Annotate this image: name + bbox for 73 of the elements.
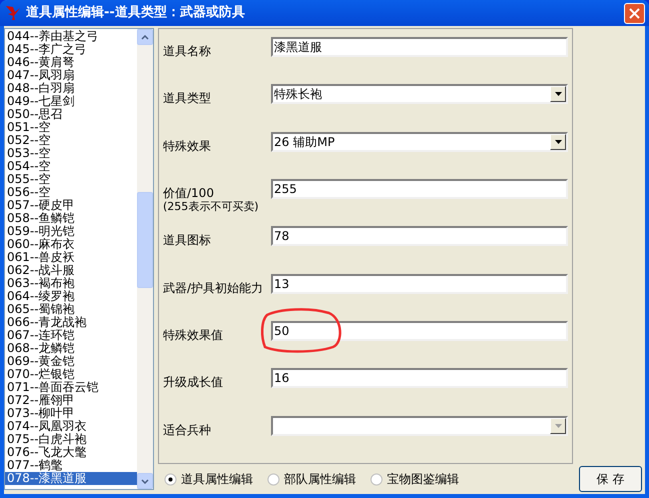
caret-icon — [554, 140, 562, 144]
list-item[interactable]: 078--漆黑道服 — [5, 472, 137, 485]
dropdown-arrow-button[interactable] — [550, 134, 566, 150]
input-field[interactable]: 50 — [271, 320, 568, 341]
list-item[interactable]: 049--七星剑 — [5, 95, 137, 108]
list-item[interactable]: 046--黄肩弩 — [5, 56, 137, 69]
list-item[interactable]: 074--凤凰羽衣 — [5, 420, 137, 433]
close-icon — [629, 8, 640, 18]
list-item[interactable]: 070--烂银铠 — [5, 368, 137, 381]
scroll-up-button[interactable] — [137, 29, 153, 45]
input-field[interactable]: 漆黑道服 — [271, 37, 568, 57]
list-item[interactable]: 055--空 — [5, 173, 137, 186]
list-item[interactable]: 050--思召 — [5, 108, 137, 121]
list-item[interactable]: 058--鱼鳞铠 — [5, 212, 137, 225]
caret-icon — [554, 92, 562, 96]
list-item[interactable]: 053--空 — [5, 147, 137, 160]
field-label: 道具名称 — [163, 44, 212, 58]
list-item[interactable]: 064--绫罗袍 — [5, 290, 137, 303]
list-item[interactable]: 076--飞龙大氅 — [5, 446, 137, 459]
field-label: 特殊效果值 — [163, 328, 224, 342]
list-item[interactable]: 068--龙鳞铠 — [5, 342, 137, 355]
list-item[interactable]: 067--连环铠 — [5, 329, 137, 342]
list-item[interactable]: 072--雁翎甲 — [5, 394, 137, 407]
list-item[interactable]: 052--空 — [5, 134, 137, 147]
close-button[interactable] — [624, 2, 645, 24]
list-item[interactable]: 051--空 — [5, 121, 137, 134]
input-field[interactable]: 16 — [271, 368, 568, 388]
dropdown-arrow-button[interactable] — [550, 86, 566, 102]
list-item[interactable]: 060--麻布衣 — [5, 238, 137, 251]
scroll-thumb[interactable] — [137, 192, 153, 288]
list-item[interactable]: 044--养由基之弓 — [5, 30, 137, 43]
radio-button[interactable] — [370, 472, 383, 486]
caret-icon — [554, 424, 562, 428]
list-item[interactable]: 056--空 — [5, 186, 137, 199]
window-title: 道具属性编辑--道具类型：武器或防具 — [26, 4, 246, 22]
list-item[interactable]: 077--鹤氅 — [5, 459, 137, 472]
list-item[interactable]: 062--战斗服 — [5, 264, 137, 277]
input-field[interactable]: 78 — [271, 226, 568, 246]
scroll-down-button[interactable] — [137, 473, 153, 489]
radio-option[interactable]: 宝物图鉴编辑 — [370, 470, 459, 488]
radio-button[interactable] — [267, 472, 280, 486]
field-label: 价值/100 — [163, 186, 215, 200]
list-item[interactable]: 061--兽皮袄 — [5, 251, 137, 264]
scrollbar[interactable] — [137, 29, 153, 489]
list-item[interactable]: 057--硬皮甲 — [5, 199, 137, 212]
list-item[interactable]: 071--兽面吞云铠 — [5, 381, 137, 394]
field-label: 升级成长值 — [163, 375, 224, 390]
field-label: 适合兵种 — [163, 422, 212, 437]
list-item[interactable]: 065--蜀锦袍 — [5, 303, 137, 316]
list-item[interactable]: 075--白虎斗袍 — [5, 433, 137, 446]
list-item[interactable]: 047--凤羽扇 — [5, 69, 137, 82]
input-field[interactable]: 255 — [271, 178, 568, 199]
radio-button[interactable] — [164, 472, 177, 486]
list-item[interactable]: 063--褐布袍 — [5, 277, 137, 290]
list-item[interactable]: 069--黄金铠 — [5, 355, 137, 368]
radio-option[interactable]: 道具属性编辑 — [164, 470, 253, 488]
list-item[interactable]: 054--空 — [5, 160, 137, 173]
list-item[interactable]: 066--青龙战袍 — [5, 316, 137, 329]
list-item[interactable]: 045--李广之弓 — [5, 43, 137, 56]
list-item[interactable]: 048--白羽扇 — [5, 82, 137, 95]
bird-icon — [4, 4, 22, 22]
dropdown[interactable]: 特殊长袍 — [271, 84, 568, 104]
field-note: (255表示不可买卖) — [163, 200, 260, 214]
field-label: 道具图标 — [163, 233, 212, 248]
field-label: 道具类型 — [163, 91, 212, 106]
dropdown[interactable]: 26 辅助MP — [271, 132, 568, 152]
field-label: 武器/护具初始能力 — [163, 280, 264, 295]
input-field[interactable]: 13 — [271, 274, 568, 294]
list-item[interactable]: 073--柳叶甲 — [5, 407, 137, 420]
list-item[interactable]: 059--明光铠 — [5, 225, 137, 238]
field-label: 特殊效果 — [163, 138, 212, 153]
radio-option[interactable]: 部队属性编辑 — [267, 470, 356, 488]
save-button[interactable]: 保 存 — [579, 466, 642, 492]
